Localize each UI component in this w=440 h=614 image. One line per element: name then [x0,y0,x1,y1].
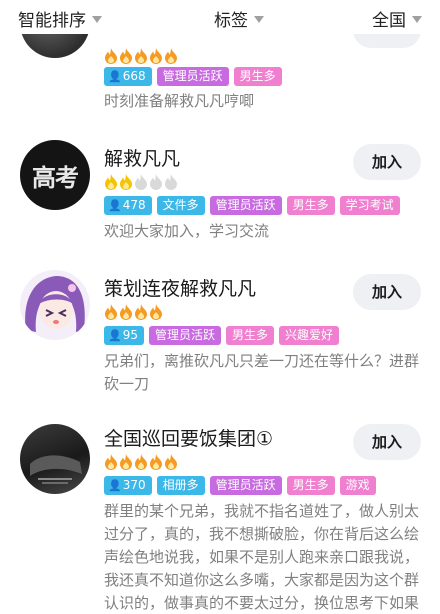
group-description: 兄弟们，离推砍凡凡只差一刀还在等什么？进群砍一刀 [104,352,420,393]
member-count: 668 [122,69,146,83]
member-count-tag: 👤668 [104,67,152,86]
sort-filter-label: 智能排序 [18,11,86,31]
group-avatar [20,34,90,58]
flame-orange-icon [135,454,147,470]
tag: 男生多 [286,196,335,215]
flame-orange-icon [105,48,117,64]
join-button[interactable]: 加入 [353,144,421,180]
dark-photo-avatar-art [30,455,82,484]
tag: 男生多 [286,476,335,495]
flame-orange-icon [165,48,177,64]
level-flames [104,304,163,320]
group-avatar [20,270,90,340]
tag: 相册多 [156,476,205,495]
tag-row: 👤478 文件多 管理员活跃 男生多 学习考试 [104,196,400,215]
member-count-tag: 👤370 [104,476,152,495]
caret-down-icon [92,16,102,23]
member-count-tag: 👤95 [104,326,144,345]
tag-filter-label: 标签 [214,11,248,31]
flame-orange-icon [135,304,147,320]
flame-orange-icon [135,48,147,64]
flame-gold-icon [120,174,132,190]
group-description: 群里的某个兄弟，我就不指名道姓了，做人别太过分了，真的，我不想撕破脸，你在背后这… [104,502,420,612]
member-count: 478 [122,198,146,212]
level-flames [104,174,178,190]
flame-gray-icon [135,174,147,190]
region-filter-label: 全国 [372,11,406,31]
flame-orange-icon [105,304,117,320]
group-description: 欢迎大家加入，学习交流 [104,222,270,240]
tag: 游戏 [339,476,376,495]
group-item-0[interactable]: 👤668 管理员活跃 男生多 时刻准备解救凡凡哼唧 [0,34,440,120]
flame-orange-icon [165,454,177,470]
group-avatar: 高考 [20,140,90,210]
flame-orange-icon [150,304,162,320]
flame-gold-icon [105,174,117,190]
region-filter[interactable]: 全国 [372,6,422,31]
level-flames [104,454,178,470]
join-button[interactable]: 加入 [353,424,421,460]
group-avatar [20,424,90,494]
tag: 管理员活跃 [148,326,221,345]
caret-down-icon [254,16,264,23]
tag: 管理员活跃 [156,67,229,86]
member-count: 370 [122,478,146,492]
group-list[interactable]: 👤668 管理员活跃 男生多 时刻准备解救凡凡哼唧 高考 解救凡凡 👤478 文… [0,34,440,614]
member-count: 95 [122,328,138,342]
group-item-2[interactable]: 策划连夜解救凡凡 👤95 管理员活跃 男生多 兴趣爱好 兄弟们，离推砍凡凡只差一… [0,270,440,400]
group-item-3[interactable]: 全国巡回要饭集团① 👤370 相册多 管理员活跃 男生多 游戏 群里的某个兄弟，… [0,424,440,614]
group-name: 全国巡回要饭集团① [104,428,274,450]
group-description: 时刻准备解救凡凡哼唧 [104,92,255,110]
join-button-partial[interactable] [353,34,421,48]
flame-orange-icon [105,454,117,470]
tag: 管理员活跃 [209,476,282,495]
group-name: 解救凡凡 [104,148,181,170]
tag: 管理员活跃 [209,196,282,215]
flame-orange-icon [150,454,162,470]
tag-filter[interactable]: 标签 [214,6,264,31]
avatar-calligraphy: 高考 [32,162,79,192]
tag: 文件多 [156,196,205,215]
member-count-tag: 👤478 [104,196,152,215]
anime-girl-avatar-art [25,276,85,332]
tag: 兴趣爱好 [279,326,340,345]
flame-gray-icon [165,174,177,190]
tag: 男生多 [226,326,275,345]
flame-orange-icon [120,48,132,64]
flame-orange-icon [120,454,132,470]
tag-row: 👤668 管理员活跃 男生多 [104,67,282,86]
tag-row: 👤370 相册多 管理员活跃 男生多 游戏 [104,476,376,495]
sort-filter[interactable]: 智能排序 [18,6,102,31]
join-button[interactable]: 加入 [353,274,421,310]
tag: 男生多 [233,67,282,86]
flame-gray-icon [150,174,162,190]
filter-bar: 智能排序 标签 全国 [0,0,440,34]
tag-row: 👤95 管理员活跃 男生多 兴趣爱好 [104,326,340,345]
flame-orange-icon [120,304,132,320]
flame-orange-icon [150,48,162,64]
group-item-1[interactable]: 高考 解救凡凡 👤478 文件多 管理员活跃 男生多 学习考试 欢迎大家加入，学… [0,140,440,260]
group-name: 策划连夜解救凡凡 [104,278,257,300]
tag: 学习考试 [339,196,400,215]
level-flames [104,48,178,64]
caret-down-icon [412,16,422,23]
